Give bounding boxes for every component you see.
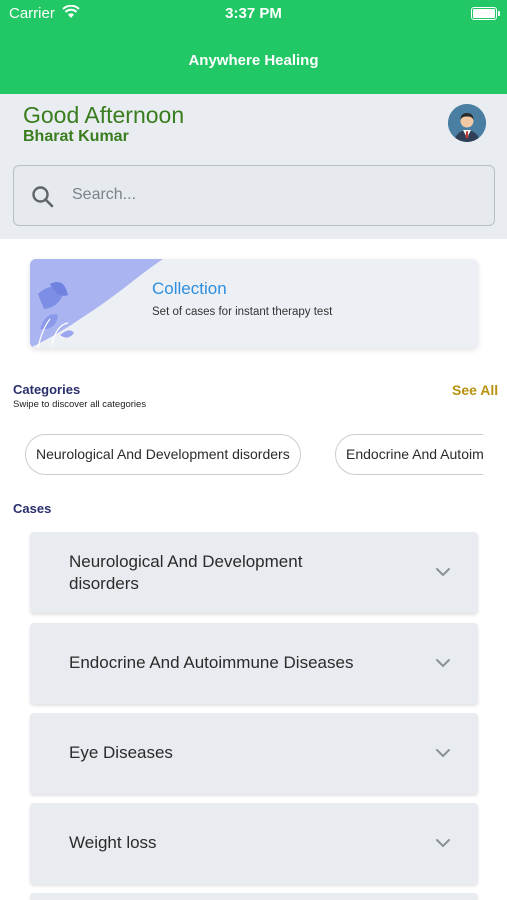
collection-subtitle: Set of cases for instant therapy test <box>152 306 333 318</box>
category-chip[interactable]: Neurological And Development disorders <box>25 434 301 475</box>
case-item[interactable]: Neurological And Development disorders <box>30 532 478 613</box>
search-bar[interactable] <box>13 165 495 226</box>
greeting-text: Good Afternoon <box>23 102 185 128</box>
case-item[interactable]: Weight loss <box>30 803 478 884</box>
search-icon <box>32 186 54 208</box>
case-item[interactable]: Endocrine And Autoimmune Diseases <box>30 623 478 704</box>
chevron-down-icon <box>436 839 450 848</box>
chevron-down-icon <box>436 568 450 577</box>
leaf-illustration <box>30 259 163 348</box>
case-item-label: Eye Diseases <box>69 743 173 762</box>
category-chip[interactable]: Endocrine And Autoimmune Diseases <box>335 434 483 475</box>
status-time: 3:37 PM <box>225 5 282 22</box>
case-item[interactable]: Eye Diseases <box>30 713 478 794</box>
category-chip-list[interactable]: Neurological And Development disorders E… <box>0 434 483 476</box>
greeting-section: Good Afternoon Bharat Kumar <box>0 94 507 239</box>
app-header: Carrier 3:37 PM Anywhere Healing <box>0 0 507 94</box>
battery-icon <box>471 7 500 20</box>
user-avatar[interactable] <box>448 104 486 142</box>
case-item-partial[interactable] <box>30 893 478 900</box>
case-item-label: Neurological And Development disorders <box>69 552 303 593</box>
cases-heading: Cases <box>13 501 52 516</box>
case-item-label: Weight loss <box>69 833 157 852</box>
case-item-label: Endocrine And Autoimmune Diseases <box>69 653 354 672</box>
chevron-down-icon <box>436 659 450 668</box>
categories-heading: Categories <box>13 382 81 397</box>
avatar-icon <box>448 104 486 142</box>
status-bar: Carrier 3:37 PM <box>0 0 507 28</box>
user-name: Bharat Kumar <box>23 128 129 145</box>
collection-title: Collection <box>152 279 227 298</box>
collection-card[interactable]: Collection Set of cases for instant ther… <box>30 259 478 348</box>
see-all-link[interactable]: See All <box>452 382 498 398</box>
search-input[interactable] <box>72 180 472 210</box>
chevron-down-icon <box>436 749 450 758</box>
categories-subtitle: Swipe to discover all categories <box>13 399 147 410</box>
app-title: Anywhere Healing <box>188 52 319 69</box>
